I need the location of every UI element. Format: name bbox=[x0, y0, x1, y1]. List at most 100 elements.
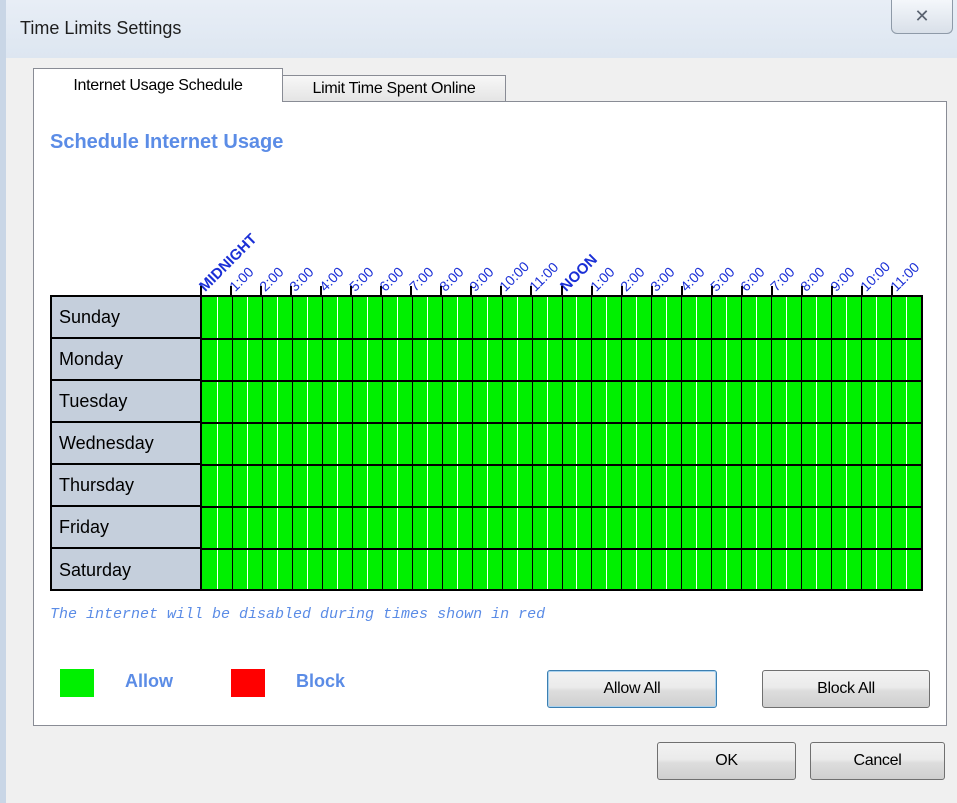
hour-tick bbox=[500, 286, 503, 296]
half-hour-divider bbox=[786, 297, 788, 589]
hour-tick bbox=[620, 286, 623, 296]
half-hour-divider bbox=[666, 297, 668, 589]
tab-limit-time-spent-online[interactable]: Limit Time Spent Online bbox=[282, 75, 506, 102]
hour-divider bbox=[411, 297, 413, 589]
half-hour-divider bbox=[576, 297, 578, 589]
hour-tick bbox=[740, 286, 743, 296]
day-label-thursday: Thursday bbox=[52, 465, 202, 507]
hour-divider bbox=[621, 297, 623, 589]
day-label-friday: Friday bbox=[52, 507, 202, 549]
block-label: Block bbox=[296, 671, 346, 691]
hour-divider bbox=[261, 297, 263, 589]
half-hour-divider bbox=[846, 297, 848, 589]
hour-tick bbox=[410, 286, 413, 296]
cancel-button[interactable]: Cancel bbox=[810, 742, 945, 780]
hour-divider bbox=[561, 297, 563, 589]
tab-internet-usage-schedule[interactable]: Internet Usage Schedule bbox=[33, 68, 283, 102]
hour-tick bbox=[800, 286, 803, 296]
half-hour-divider bbox=[636, 297, 638, 589]
hour-tick bbox=[290, 286, 293, 296]
hour-tick bbox=[770, 286, 773, 296]
half-hour-divider bbox=[396, 297, 398, 589]
hour-tick bbox=[710, 286, 713, 296]
half-hour-divider bbox=[756, 297, 758, 589]
half-hour-divider bbox=[246, 297, 248, 589]
hour-tick bbox=[350, 286, 353, 296]
hour-divider bbox=[351, 297, 353, 589]
day-label-sunday: Sunday bbox=[52, 297, 202, 339]
block-swatch bbox=[231, 669, 265, 697]
allow-label: Allow bbox=[125, 671, 173, 691]
hour-tick bbox=[200, 286, 202, 296]
hour-tick bbox=[230, 286, 233, 296]
half-hour-divider bbox=[456, 297, 458, 589]
title-bar: Time Limits Settings ✕ bbox=[6, 0, 957, 58]
schedule-cells[interactable] bbox=[202, 297, 921, 589]
hour-tick bbox=[530, 286, 533, 296]
hour-divider bbox=[441, 297, 443, 589]
hour-divider bbox=[771, 297, 773, 589]
hour-divider bbox=[321, 297, 323, 589]
half-hour-divider bbox=[216, 297, 218, 589]
ok-button[interactable]: OK bbox=[657, 742, 796, 780]
hour-divider bbox=[801, 297, 803, 589]
hour-divider bbox=[501, 297, 503, 589]
half-hour-divider bbox=[306, 297, 308, 589]
hour-tick bbox=[890, 286, 893, 296]
row-divider bbox=[202, 338, 921, 340]
half-hour-divider bbox=[876, 297, 878, 589]
hour-divider bbox=[591, 297, 593, 589]
half-hour-divider bbox=[546, 297, 548, 589]
hour-tick bbox=[260, 286, 263, 296]
hour-divider bbox=[681, 297, 683, 589]
row-divider bbox=[202, 464, 921, 466]
allow-swatch bbox=[60, 669, 94, 697]
hour-tick bbox=[380, 286, 383, 296]
window-title: Time Limits Settings bbox=[20, 18, 182, 38]
half-hour-divider bbox=[606, 297, 608, 589]
hour-divider bbox=[741, 297, 743, 589]
row-divider bbox=[202, 422, 921, 424]
half-hour-divider bbox=[276, 297, 278, 589]
day-label-wednesday: Wednesday bbox=[52, 423, 202, 465]
half-hour-divider bbox=[486, 297, 488, 589]
hour-divider bbox=[381, 297, 383, 589]
half-hour-divider bbox=[336, 297, 338, 589]
half-hour-divider bbox=[696, 297, 698, 589]
block-all-button[interactable]: Block All bbox=[762, 670, 930, 708]
half-hour-divider bbox=[366, 297, 368, 589]
half-hour-divider bbox=[426, 297, 428, 589]
hour-divider bbox=[651, 297, 653, 589]
hour-tick bbox=[860, 286, 863, 296]
hour-tick bbox=[560, 286, 563, 296]
hour-divider bbox=[471, 297, 473, 589]
half-hour-divider bbox=[516, 297, 518, 589]
hour-tick bbox=[830, 286, 833, 296]
half-hour-divider bbox=[816, 297, 818, 589]
day-label-monday: Monday bbox=[52, 339, 202, 381]
hour-divider bbox=[231, 297, 233, 589]
hour-divider bbox=[891, 297, 893, 589]
row-divider bbox=[202, 506, 921, 508]
half-hour-divider bbox=[906, 297, 908, 589]
hour-tick bbox=[680, 286, 683, 296]
hour-tick bbox=[320, 286, 323, 296]
hour-tick bbox=[470, 286, 473, 296]
hour-divider bbox=[291, 297, 293, 589]
row-divider bbox=[202, 380, 921, 382]
hour-divider bbox=[831, 297, 833, 589]
hour-divider bbox=[861, 297, 863, 589]
section-title: Schedule Internet Usage bbox=[50, 131, 284, 153]
row-divider bbox=[202, 548, 921, 550]
hour-tick bbox=[650, 286, 653, 296]
schedule-note: The internet will be disabled during tim… bbox=[50, 606, 546, 623]
close-icon: ✕ bbox=[914, 6, 930, 26]
half-hour-divider bbox=[726, 297, 728, 589]
hour-tick bbox=[440, 286, 443, 296]
hour-tick bbox=[590, 286, 593, 296]
day-labels-column: Sunday Monday Tuesday Wednesday Thursday Frid… bbox=[52, 297, 202, 589]
close-button[interactable]: ✕ bbox=[891, 0, 953, 34]
hour-divider bbox=[531, 297, 533, 589]
allow-all-button[interactable]: Allow All bbox=[547, 670, 717, 708]
schedule-grid: Sunday Monday Tuesday Wednesday Thursday Frid… bbox=[50, 295, 923, 591]
